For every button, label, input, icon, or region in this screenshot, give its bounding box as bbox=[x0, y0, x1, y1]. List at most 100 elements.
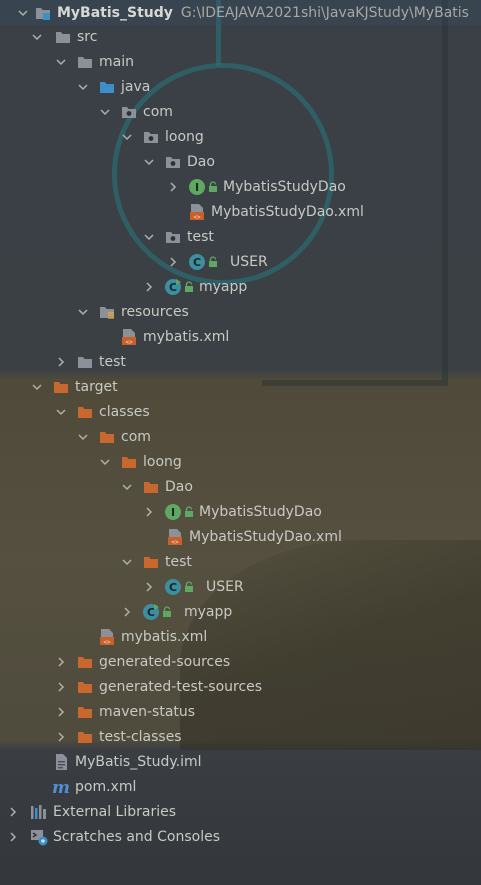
chevron-down-icon[interactable] bbox=[30, 30, 44, 44]
chevron-right-icon[interactable] bbox=[6, 830, 20, 844]
tree-item-generated-sources[interactable]: generated-sources bbox=[0, 649, 481, 674]
folder-icon bbox=[54, 28, 72, 46]
tree-item-target-dao[interactable]: Dao bbox=[0, 474, 481, 499]
tree-item-target[interactable]: target bbox=[0, 374, 481, 399]
tree-item-dao[interactable]: Dao bbox=[0, 149, 481, 174]
chevron-down-icon[interactable] bbox=[76, 430, 90, 444]
chevron-down-icon[interactable] bbox=[30, 380, 44, 394]
lock-icon bbox=[208, 180, 218, 193]
chevron-right-icon[interactable] bbox=[166, 180, 180, 194]
project-name: MyBatis_Study bbox=[57, 4, 173, 21]
tree-item-label: mybatis.xml bbox=[143, 328, 230, 345]
tree-item-classes[interactable]: classes bbox=[0, 399, 481, 424]
tree-item-myapp-class[interactable]: C myapp bbox=[0, 274, 481, 299]
tree-item-pom[interactable]: m pom.xml bbox=[0, 774, 481, 799]
chevron-down-icon[interactable] bbox=[76, 305, 90, 319]
package-icon bbox=[142, 128, 160, 146]
chevron-down-icon[interactable] bbox=[142, 230, 156, 244]
chevron-right-icon[interactable] bbox=[54, 730, 68, 744]
svg-text:<>: <> bbox=[193, 214, 201, 221]
tree-item-label: loong bbox=[143, 453, 182, 470]
chevron-down-icon[interactable] bbox=[98, 105, 112, 119]
chevron-down-icon[interactable] bbox=[76, 80, 90, 94]
tree-item-label: MybatisStudyDao bbox=[199, 503, 322, 520]
svg-text:I: I bbox=[171, 506, 175, 519]
tree-item-target-dao-interface[interactable]: I MybatisStudyDao bbox=[0, 499, 481, 524]
runnable-class-icon: C bbox=[142, 603, 160, 621]
class-icon: C bbox=[164, 578, 182, 596]
tree-item-dao-interface[interactable]: I MybatisStudyDao bbox=[0, 174, 481, 199]
chevron-right-icon[interactable] bbox=[142, 580, 156, 594]
tree-item-label: Dao bbox=[187, 153, 215, 170]
chevron-down-icon[interactable] bbox=[142, 155, 156, 169]
tree-item-main[interactable]: main bbox=[0, 49, 481, 74]
chevron-right-icon[interactable] bbox=[166, 255, 180, 269]
tree-item-src[interactable]: src bbox=[0, 24, 481, 49]
svg-text:<>: <> bbox=[103, 639, 111, 646]
tree-item-iml[interactable]: MyBatis_Study.iml bbox=[0, 749, 481, 774]
folder-icon bbox=[76, 353, 94, 371]
tree-item-target-mybatis-xml[interactable]: <> mybatis.xml bbox=[0, 624, 481, 649]
lock-icon bbox=[208, 255, 218, 268]
project-path: G:\IDEAJAVA2021shi\JavaKJStudy\MyBatis bbox=[180, 4, 469, 21]
tree-item-mybatis-xml[interactable]: <> mybatis.xml bbox=[0, 324, 481, 349]
tree-item-target-myapp-class[interactable]: C myapp bbox=[0, 599, 481, 624]
chevron-down-icon[interactable] bbox=[120, 555, 134, 569]
chevron-right-icon[interactable] bbox=[142, 505, 156, 519]
xml-file-icon: <> bbox=[120, 328, 138, 346]
excluded-folder-icon bbox=[142, 553, 160, 571]
chevron-right-icon[interactable] bbox=[54, 705, 68, 719]
tree-item-label: myapp bbox=[184, 603, 233, 620]
tree-item-maven-status[interactable]: maven-status bbox=[0, 699, 481, 724]
tree-item-java[interactable]: java bbox=[0, 74, 481, 99]
tree-item-label: target bbox=[75, 378, 118, 395]
chevron-down-icon[interactable] bbox=[120, 480, 134, 494]
chevron-right-icon[interactable] bbox=[6, 805, 20, 819]
tree-item-label: maven-status bbox=[99, 703, 196, 720]
lock-icon bbox=[184, 505, 194, 518]
tree-item-target-dao-xml[interactable]: <> MybatisStudyDao.xml bbox=[0, 524, 481, 549]
chevron-down-icon[interactable] bbox=[16, 6, 30, 20]
resources-folder-icon bbox=[98, 303, 116, 321]
tree-item-test-classes[interactable]: test-classes bbox=[0, 724, 481, 749]
chevron-right-icon[interactable] bbox=[54, 655, 68, 669]
svg-text:C: C bbox=[193, 256, 201, 269]
xml-file-icon: <> bbox=[98, 628, 116, 646]
tree-item-scratches[interactable]: Scratches and Consoles bbox=[0, 824, 481, 849]
tree-item-project-root[interactable]: MyBatis_Study G:\IDEAJAVA2021shi\JavaKJS… bbox=[0, 0, 481, 25]
library-icon bbox=[30, 803, 48, 821]
tree-item-label: pom.xml bbox=[75, 778, 137, 795]
chevron-right-icon[interactable] bbox=[142, 280, 156, 294]
tree-item-target-user-class[interactable]: C USER bbox=[0, 574, 481, 599]
tree-item-src-test[interactable]: test bbox=[0, 349, 481, 374]
tree-item-label: main bbox=[99, 53, 134, 70]
tree-item-label: resources bbox=[121, 303, 189, 320]
chevron-right-icon[interactable] bbox=[120, 605, 134, 619]
tree-item-target-com[interactable]: com bbox=[0, 424, 481, 449]
tree-item-user-class[interactable]: C USER bbox=[0, 249, 481, 274]
tree-item-com[interactable]: com bbox=[0, 99, 481, 124]
xml-file-icon: <> bbox=[166, 528, 184, 546]
tree-item-label: classes bbox=[99, 403, 150, 420]
tree-item-resources[interactable]: resources bbox=[0, 299, 481, 324]
tree-item-loong[interactable]: loong bbox=[0, 124, 481, 149]
tree-item-target-test-package[interactable]: test bbox=[0, 549, 481, 574]
chevron-down-icon[interactable] bbox=[54, 405, 68, 419]
excluded-folder-icon bbox=[142, 478, 160, 496]
chevron-down-icon[interactable] bbox=[98, 455, 112, 469]
chevron-right-icon[interactable] bbox=[54, 355, 68, 369]
tree-item-label: USER bbox=[230, 253, 268, 270]
tree-item-generated-test-sources[interactable]: generated-test-sources bbox=[0, 674, 481, 699]
tree-item-test-package[interactable]: test bbox=[0, 224, 481, 249]
tree-item-label: MybatisStudyDao bbox=[223, 178, 346, 195]
maven-icon: m bbox=[52, 778, 70, 796]
tree-item-external-libraries[interactable]: External Libraries bbox=[0, 799, 481, 824]
chevron-down-icon[interactable] bbox=[54, 55, 68, 69]
tree-item-dao-xml[interactable]: <> MybatisStudyDao.xml bbox=[0, 199, 481, 224]
tree-item-label: Dao bbox=[165, 478, 193, 495]
tree-item-target-loong[interactable]: loong bbox=[0, 449, 481, 474]
chevron-down-icon[interactable] bbox=[120, 130, 134, 144]
chevron-right-icon[interactable] bbox=[54, 680, 68, 694]
source-folder-icon bbox=[98, 78, 116, 96]
svg-text:m: m bbox=[52, 778, 70, 796]
